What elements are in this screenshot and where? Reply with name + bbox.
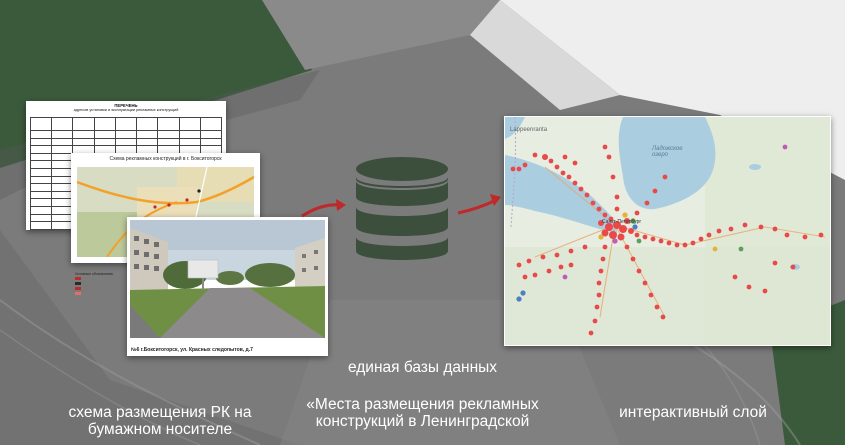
caption-database-subtitle: «Места размещения рекламных конструкций … [306,396,539,430]
interactive-map[interactable]: Lappeenranta Ладожское озеро Санкт-Петер… [504,116,831,346]
legend-row [75,291,125,296]
photo-caption: №6 г.Бокситогорск, ул. Красных следопыто… [131,347,253,353]
photo-document-sheet: №6 г.Бокситогорск, ул. Красных следопыто… [127,217,328,356]
map-label-lappeenranta: Lappeenranta [510,127,548,133]
table-subtitle: адресов установки и эксплуатации рекламн… [73,108,179,112]
caption-paper: схема размещения РК на бумажном носителе [68,404,252,438]
map-label-city: Санкт-Петербург [602,219,642,225]
scheme-legend: Условные обозначения [75,272,125,304]
map-label-lake: Ладожское озеро [652,146,683,158]
street-photo [130,220,325,338]
scheme-title: Схема рекламных конструкций в г. Боксито… [109,156,222,162]
database-icon [356,157,448,260]
table-title: ПЕРЕЧЕНЬ [114,103,138,108]
caption-map: интерактивный слой [619,404,767,421]
caption-database-title: единая базы данных [347,359,498,376]
